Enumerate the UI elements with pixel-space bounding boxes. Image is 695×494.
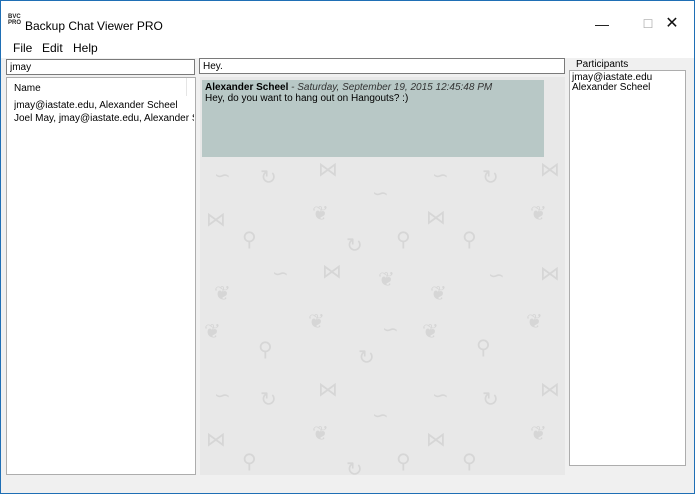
bicycle-doodle-icon: ⚲ bbox=[396, 227, 411, 251]
minimize-button[interactable]: — bbox=[579, 9, 625, 39]
conversation-list[interactable]: Name jmay@iastate.edu, Alexander Scheel … bbox=[6, 77, 196, 475]
title-bar[interactable]: BVC PRO Backup Chat Viewer PRO — ☐ ✕ bbox=[1, 1, 694, 39]
message-separator: - bbox=[288, 82, 298, 93]
menu-file[interactable]: File bbox=[13, 41, 32, 55]
pipe-doodle-icon: ↻ bbox=[346, 457, 363, 475]
bicycle-doodle-icon: ⚲ bbox=[462, 449, 477, 473]
leaf-doodle-icon: ❦ bbox=[312, 421, 329, 445]
leaf-doodle-icon: ❦ bbox=[204, 319, 221, 343]
bowtie-doodle-icon: ⋈ bbox=[426, 427, 446, 451]
bowtie-doodle-icon: ⋈ bbox=[206, 207, 226, 231]
participant-item[interactable]: Alexander Scheel bbox=[572, 83, 683, 93]
mustache-doodle-icon: ∽ bbox=[382, 317, 399, 341]
bowtie-doodle-icon: ⋈ bbox=[540, 377, 560, 401]
app-logo-icon: BVC PRO bbox=[8, 14, 22, 26]
bicycle-doodle-icon: ⚲ bbox=[462, 227, 477, 251]
mustache-doodle-icon: ∽ bbox=[214, 163, 231, 187]
bowtie-doodle-icon: ⋈ bbox=[318, 377, 338, 401]
mustache-doodle-icon: ∽ bbox=[372, 403, 389, 427]
message-text: Hey, do you want to hang out on Hangouts… bbox=[205, 93, 409, 104]
bowtie-doodle-icon: ⋈ bbox=[426, 205, 446, 229]
leaf-doodle-icon: ❦ bbox=[312, 201, 329, 225]
bicycle-doodle-icon: ⚲ bbox=[258, 337, 273, 361]
pipe-doodle-icon: ↻ bbox=[482, 165, 499, 189]
message-author: Alexander Scheel bbox=[205, 82, 289, 93]
pipe-doodle-icon: ↻ bbox=[346, 233, 363, 257]
leaf-doodle-icon: ❦ bbox=[530, 201, 547, 225]
pipe-doodle-icon: ↻ bbox=[482, 387, 499, 411]
pipe-doodle-icon: ↻ bbox=[358, 345, 375, 369]
bowtie-doodle-icon: ⋈ bbox=[206, 427, 226, 451]
leaf-doodle-icon: ❦ bbox=[422, 319, 439, 343]
bicycle-doodle-icon: ⚲ bbox=[242, 227, 257, 251]
mustache-doodle-icon: ∽ bbox=[488, 263, 505, 287]
menu-help[interactable]: Help bbox=[73, 41, 98, 55]
bowtie-doodle-icon: ⋈ bbox=[540, 261, 560, 285]
mustache-doodle-icon: ∽ bbox=[214, 383, 231, 407]
leaf-doodle-icon: ❦ bbox=[378, 267, 395, 291]
conversation-search-input[interactable] bbox=[6, 59, 195, 75]
chat-message[interactable]: Alexander Scheel - Saturday, September 1… bbox=[202, 80, 544, 157]
mustache-doodle-icon: ∽ bbox=[372, 181, 389, 205]
mustache-doodle-icon: ∽ bbox=[432, 163, 449, 187]
leaf-doodle-icon: ❦ bbox=[214, 281, 231, 305]
name-column-header[interactable]: Name bbox=[7, 78, 187, 96]
leaf-doodle-icon: ❦ bbox=[430, 281, 447, 305]
leaf-doodle-icon: ❦ bbox=[530, 421, 547, 445]
list-item[interactable]: jmay@iastate.edu, Alexander Scheel bbox=[14, 100, 194, 111]
message-header: Alexander Scheel - Saturday, September 1… bbox=[205, 82, 541, 93]
bowtie-doodle-icon: ⋈ bbox=[322, 259, 342, 283]
pipe-doodle-icon: ↻ bbox=[260, 387, 277, 411]
message-timestamp: Saturday, September 19, 2015 12:45:48 PM bbox=[297, 82, 493, 93]
menu-bar: File Edit Help bbox=[1, 39, 694, 58]
chat-view[interactable]: ∽ ↻ ⋈ ∽ ↻ ⋈ ⋈ ❦ ∽ ⋈ ❦ ⚲ ↻ ⚲ ⚲ ❦ ∽ ⋈ ❦ ❦ … bbox=[200, 77, 565, 475]
mustache-doodle-icon: ∽ bbox=[432, 383, 449, 407]
mustache-doodle-icon: ∽ bbox=[272, 261, 289, 285]
close-button[interactable]: ✕ bbox=[649, 9, 695, 39]
pipe-doodle-icon: ↻ bbox=[260, 165, 277, 189]
list-item[interactable]: Joel May, jmay@iastate.edu, Alexander Sc… bbox=[14, 113, 194, 124]
menu-edit[interactable]: Edit bbox=[42, 41, 63, 55]
participants-label: Participants bbox=[576, 59, 629, 70]
bicycle-doodle-icon: ⚲ bbox=[242, 449, 257, 473]
participants-list[interactable]: jmay@iastate.edu Alexander Scheel bbox=[569, 70, 686, 466]
bicycle-doodle-icon: ⚲ bbox=[396, 449, 411, 473]
bowtie-doodle-icon: ⋈ bbox=[540, 157, 560, 181]
leaf-doodle-icon: ❦ bbox=[308, 309, 325, 333]
bicycle-doodle-icon: ⚲ bbox=[476, 335, 491, 359]
bowtie-doodle-icon: ⋈ bbox=[318, 157, 338, 181]
app-window: BVC PRO Backup Chat Viewer PRO — ☐ ✕ Fil… bbox=[0, 0, 695, 494]
leaf-doodle-icon: ❦ bbox=[526, 309, 543, 333]
message-search-input[interactable] bbox=[199, 58, 565, 74]
window-title: Backup Chat Viewer PRO bbox=[25, 19, 163, 33]
